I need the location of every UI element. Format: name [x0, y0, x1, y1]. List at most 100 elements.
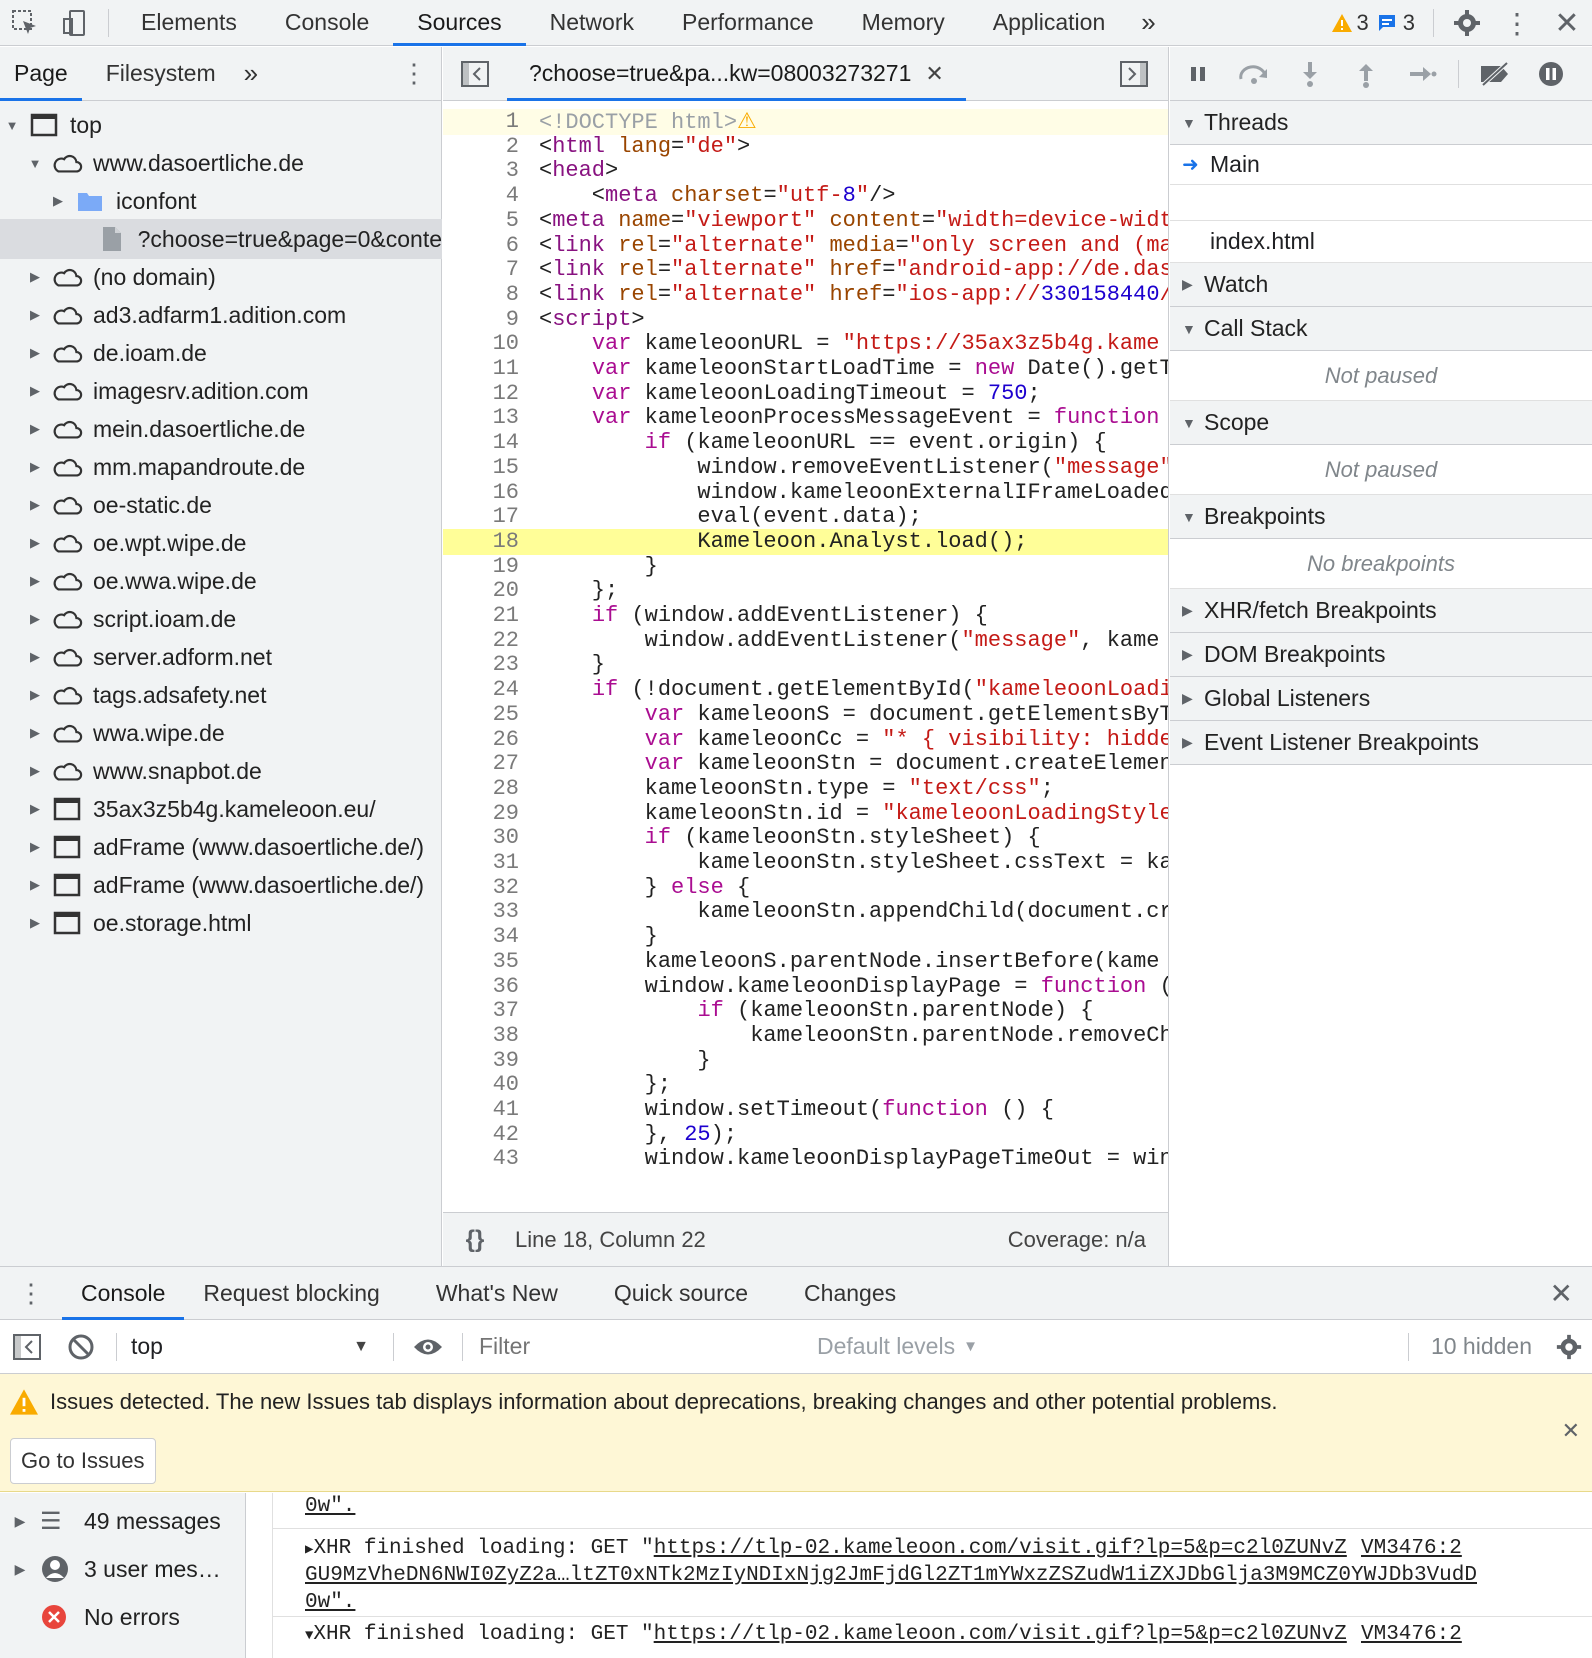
collapsed-arrow-icon[interactable]: ▶: [27, 573, 43, 589]
tab-filesystem[interactable]: Filesystem: [92, 47, 230, 101]
code-line[interactable]: 24 if (!document.getElementById("kameleo…: [443, 677, 1168, 703]
close-drawer-icon[interactable]: ✕: [1531, 1266, 1592, 1320]
more-navigator-tabs-icon[interactable]: »: [230, 47, 272, 101]
sidebar-messages[interactable]: ▶ ☰ 49 messages: [0, 1497, 245, 1545]
tab-performance[interactable]: Performance: [658, 0, 838, 46]
line-number[interactable]: 33: [443, 899, 523, 925]
code-line[interactable]: 23 }: [443, 652, 1168, 678]
log-source-link[interactable]: VM3476:2: [1361, 1621, 1462, 1649]
log-entry[interactable]: ▶XHR finished loading: GET "https://tlp-…: [273, 1531, 1592, 1617]
drawer-menu-icon[interactable]: ⋮: [0, 1266, 62, 1320]
line-number[interactable]: 29: [443, 801, 523, 827]
line-number[interactable]: 22: [443, 628, 523, 654]
line-number[interactable]: 3: [443, 158, 523, 184]
collapsed-arrow-icon[interactable]: ▶: [27, 649, 43, 665]
tab-sources[interactable]: Sources: [393, 0, 527, 46]
line-number[interactable]: 43: [443, 1146, 523, 1172]
go-to-issues-button[interactable]: Go to Issues: [10, 1438, 156, 1484]
code-line[interactable]: 28 kameleoonStn.type = "text/css";: [443, 776, 1168, 802]
line-number[interactable]: 39: [443, 1048, 523, 1074]
toggle-console-sidebar-icon[interactable]: [0, 1324, 54, 1370]
tree-item[interactable]: ▶ oe.wwa.wipe.de: [0, 561, 442, 601]
tree-item[interactable]: ▶ mein.dasoertliche.de: [0, 409, 442, 449]
code-line[interactable]: 37 if (kameleoonStn.parentNode) {: [443, 998, 1168, 1024]
line-number[interactable]: 8: [443, 282, 523, 308]
line-number[interactable]: 12: [443, 381, 523, 407]
section-global-listeners[interactable]: ▶ Global Listeners: [1170, 677, 1592, 721]
tree-item[interactable]: ▶ de.ioam.de: [0, 333, 442, 373]
code-line[interactable]: 43 window.kameleoonDisplayPageTimeOut = …: [443, 1146, 1168, 1172]
line-number[interactable]: 34: [443, 924, 523, 950]
line-number[interactable]: 16: [443, 480, 523, 506]
code-area[interactable]: 1 <!DOCTYPE html>⚠ 2 <html lang="de"> 3 <head…: [443, 102, 1168, 1202]
line-number[interactable]: 11: [443, 356, 523, 382]
collapsed-arrow-icon[interactable]: ▶: [27, 497, 43, 513]
code-line[interactable]: 29 kameleoonStn.id = "kameleoonLoadingSt…: [443, 801, 1168, 827]
settings-gear-icon[interactable]: [1442, 0, 1492, 46]
tree-item[interactable]: ▶ tags.adsafety.net: [0, 675, 442, 715]
code-line[interactable]: 32 } else {: [443, 875, 1168, 901]
code-line[interactable]: 1 <!DOCTYPE html>⚠: [443, 109, 1168, 135]
line-number[interactable]: 1: [443, 109, 523, 135]
code-line[interactable]: 15 window.removeEventListener("message": [443, 455, 1168, 481]
tree-item[interactable]: ▶ adFrame (www.dasoertliche.de/): [0, 865, 442, 905]
log-levels-dropdown[interactable]: Default levels ▼: [817, 1333, 978, 1360]
code-line[interactable]: 41 window.setTimeout(function () {: [443, 1097, 1168, 1123]
code-line[interactable]: 40 };: [443, 1072, 1168, 1098]
tab-elements[interactable]: Elements: [117, 0, 261, 46]
code-line[interactable]: 22 window.addEventListener("message", ka…: [443, 628, 1168, 654]
line-number[interactable]: 13: [443, 405, 523, 431]
log-entry[interactable]: ▼XHR finished loading: GET "https://tlp-…: [273, 1617, 1592, 1658]
close-devtools-icon[interactable]: ✕: [1542, 0, 1592, 46]
code-line[interactable]: 4 <meta charset="utf-8"/>: [443, 183, 1168, 209]
collapsed-arrow-icon[interactable]: ▶: [27, 307, 43, 323]
code-line[interactable]: 6 <link rel="alternate" media="only scree…: [443, 233, 1168, 259]
deactivate-breakpoints-icon[interactable]: [1467, 47, 1523, 101]
tree-item[interactable]: ▶ server.adform.net: [0, 637, 442, 677]
line-number[interactable]: 25: [443, 702, 523, 728]
code-line[interactable]: 21 if (window.addEventListener) {: [443, 603, 1168, 629]
section-call-stack[interactable]: ▼ Call Stack: [1170, 307, 1592, 351]
line-number[interactable]: 41: [443, 1097, 523, 1123]
drawer-tab-changes[interactable]: Changes: [785, 1266, 915, 1320]
code-line[interactable]: 12 var kameleoonLoadingTimeout = 750;: [443, 381, 1168, 407]
collapsed-arrow-icon[interactable]: ▶: [27, 535, 43, 551]
tree-item[interactable]: ▶ imagesrv.adition.com: [0, 371, 442, 411]
warnings-badge[interactable]: 3 3: [1331, 10, 1415, 36]
collapsed-arrow-icon[interactable]: ▶: [27, 459, 43, 475]
section-event-listener-breakpoints[interactable]: ▶ Event Listener Breakpoints: [1170, 721, 1592, 765]
tree-item[interactable]: ▼ www.dasoertliche.de: [0, 143, 442, 183]
expanded-arrow-icon[interactable]: ▼: [27, 155, 43, 171]
tree-item[interactable]: ?choose=true&page=0&conte: [0, 219, 442, 259]
collapsed-arrow-icon[interactable]: ▶: [27, 763, 43, 779]
drawer-tab-request-blocking[interactable]: Request blocking: [184, 1266, 398, 1320]
code-line[interactable]: 35 kameleoonS.parentNode.insertBefore(ka…: [443, 949, 1168, 975]
inspect-element-icon[interactable]: [0, 0, 50, 46]
line-number[interactable]: 28: [443, 776, 523, 802]
code-line[interactable]: 16 window.kameleoonExternalIFrameLoaded: [443, 480, 1168, 506]
code-line[interactable]: 42 }, 25);: [443, 1122, 1168, 1148]
tree-item[interactable]: ▶ 35ax3z5b4g.kameleoon.eu/: [0, 789, 442, 829]
tree-item[interactable]: ▶ ad3.adfarm1.adition.com: [0, 295, 442, 335]
tree-item[interactable]: ▶ iconfont: [0, 181, 442, 221]
line-number[interactable]: 23: [443, 652, 523, 678]
line-number[interactable]: 40: [443, 1072, 523, 1098]
line-number[interactable]: 17: [443, 504, 523, 530]
line-number[interactable]: 38: [443, 1023, 523, 1049]
tree-item[interactable]: ▶ oe.wpt.wipe.de: [0, 523, 442, 563]
code-line[interactable]: 8 <link rel="alternate" href="ios-app://3…: [443, 282, 1168, 308]
step-icon[interactable]: [1394, 47, 1450, 101]
code-line[interactable]: 2 <html lang="de">: [443, 134, 1168, 160]
console-settings-gear-icon[interactable]: [1546, 1324, 1592, 1370]
code-line[interactable]: 31 kameleoonStn.styleSheet.cssText = ka: [443, 850, 1168, 876]
sidebar-errors[interactable]: No errors: [0, 1593, 245, 1641]
section-threads[interactable]: ▼ Threads: [1170, 101, 1592, 145]
code-line[interactable]: 36 window.kameleoonDisplayPage = functio…: [443, 974, 1168, 1000]
code-line[interactable]: 18 Kameleoon.Analyst.load();: [443, 528, 1168, 555]
line-number[interactable]: 24: [443, 677, 523, 703]
context-selector[interactable]: top ▼: [125, 1333, 385, 1360]
device-toolbar-icon[interactable]: [50, 0, 100, 46]
line-number[interactable]: 19: [443, 554, 523, 580]
pause-icon[interactable]: [1170, 47, 1226, 101]
tree-item[interactable]: ▶ www.snapbot.de: [0, 751, 442, 791]
